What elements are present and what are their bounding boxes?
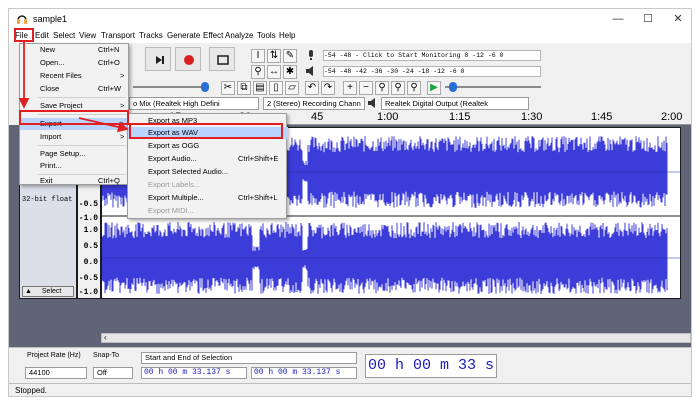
annotation-arrows (18, 42, 129, 133)
arrow-export-to-wav (78, 117, 129, 133)
audacity-window: sample1 — ☐ ✕ File Edit Select View Tran… (8, 8, 692, 397)
